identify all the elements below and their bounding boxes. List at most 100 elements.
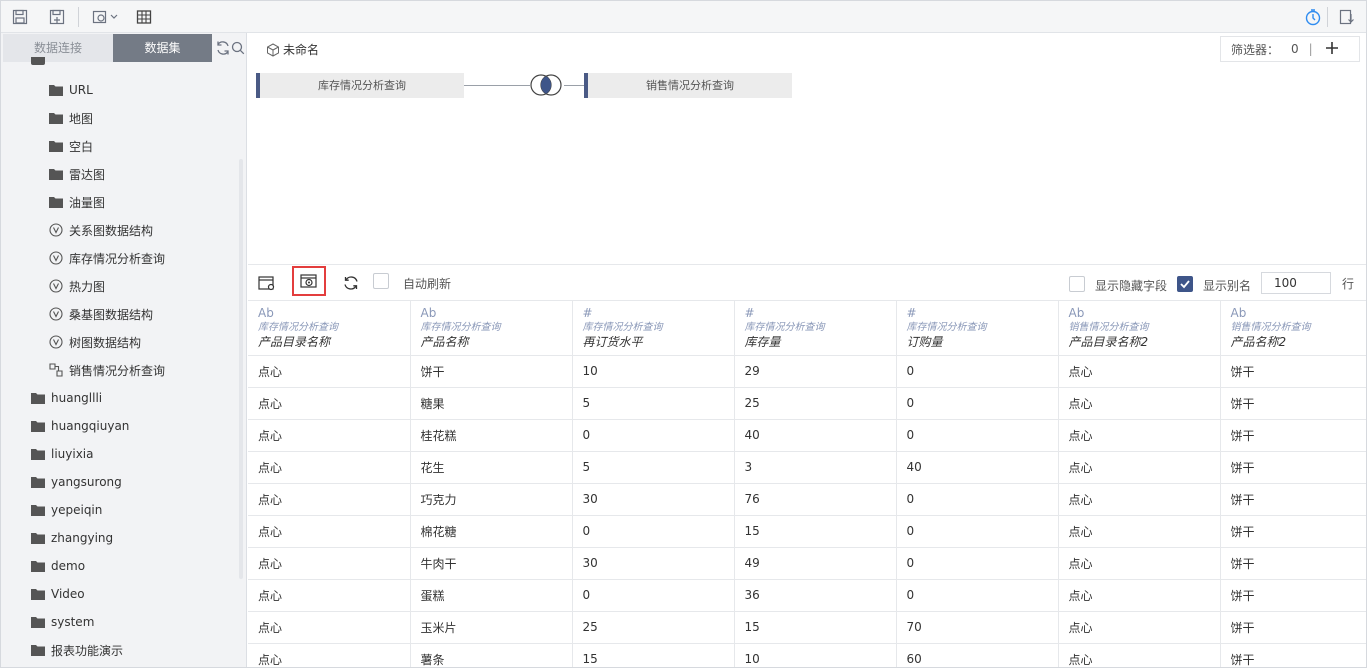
tree-item-label: 报表功能演示: [51, 643, 124, 658]
column-header[interactable]: Ab 销售情况分析查询 产品名称2: [1220, 301, 1366, 356]
toolbar-divider: [78, 7, 79, 27]
tree-item-label: 油量图: [69, 195, 106, 210]
column-type-icon: Ab: [420, 306, 437, 320]
table-cell: 饼干: [1220, 355, 1366, 388]
dataset-title[interactable]: 未命名: [266, 41, 319, 58]
auto-refresh-checkbox[interactable]: [373, 273, 389, 289]
show-alias-checkbox[interactable]: [1177, 276, 1193, 292]
tree-item[interactable]: huangllli: [31, 384, 102, 412]
tree-item[interactable]: 雷达图: [49, 160, 105, 188]
table-row: 点心 蛋糕 0 36 0 点心 饼干: [248, 579, 1366, 612]
folder-icon: [49, 111, 63, 125]
table-cell: 棉花糖: [410, 515, 573, 548]
tree-item[interactable]: 库存情况分析查询: [49, 244, 165, 272]
column-type-icon: #: [744, 306, 755, 320]
table-cell: 点心: [1058, 419, 1221, 452]
tree-item[interactable]: yangsurong: [31, 468, 122, 496]
filter-label: 筛选器：: [1231, 42, 1280, 57]
column-header[interactable]: # 库存情况分析查询 再订货水平: [572, 301, 735, 356]
tree-item[interactable]: zhangying: [31, 524, 113, 552]
tree-item[interactable]: huangqiuyan: [31, 412, 129, 440]
query-icon: [49, 279, 63, 293]
join-canvas: 未命名 筛选器： 0 | 库存情况分析查询 销售情况分析查询: [248, 33, 1366, 265]
tree-item[interactable]: 油量图: [49, 188, 105, 216]
table-row: 点心 花生 5 3 40 点心 饼干: [248, 451, 1366, 484]
tree-item[interactable]: yepeiqin: [31, 496, 102, 524]
auto-refresh-label: 自动刷新: [403, 277, 452, 291]
tree-item[interactable]: 桑基图数据结构: [49, 300, 153, 328]
row-count-input[interactable]: 100: [1261, 272, 1331, 294]
export-icon[interactable]: [1336, 7, 1358, 27]
tree-item-label: 树图数据结构: [69, 335, 142, 350]
right-table-node[interactable]: 销售情况分析查询: [584, 73, 792, 98]
tree-item[interactable]: 销售情况分析查询: [49, 356, 165, 384]
table-cell: 10: [734, 643, 897, 667]
column-name: 产品目录名称2: [1068, 335, 1149, 349]
column-header[interactable]: Ab 库存情况分析查询 产品目录名称: [248, 301, 411, 356]
table-cell: 薯条: [410, 643, 573, 667]
table-cell: 牛肉干: [410, 547, 573, 580]
tree-item[interactable]: 报表功能演示: [31, 636, 123, 664]
table-cell: 糖果: [410, 387, 573, 420]
folder-icon: [31, 531, 45, 545]
tree-item[interactable]: 地图: [49, 104, 93, 132]
table-cell: 15: [572, 643, 735, 667]
left-table-node[interactable]: 库存情况分析查询: [256, 73, 464, 98]
tree-item[interactable]: 树图数据结构: [49, 328, 141, 356]
inner-join-icon[interactable]: [528, 73, 564, 97]
tree-item[interactable]: liuyixia: [31, 440, 94, 468]
cube-icon: [266, 42, 280, 57]
save-icon[interactable]: [9, 7, 31, 27]
table-cell: 0: [896, 419, 1059, 452]
column-type-icon: #: [906, 306, 917, 320]
column-name: 订购量: [906, 335, 943, 349]
column-type-icon: Ab: [258, 306, 274, 320]
show-alias-label: 显示别名: [1203, 279, 1252, 293]
tree-item-label: 桑基图数据结构: [69, 307, 154, 322]
tree-item[interactable]: system: [31, 608, 94, 636]
dataset-dropdown-icon[interactable]: [91, 7, 121, 27]
column-source: 库存情况分析查询: [582, 322, 663, 333]
tab-data-connection[interactable]: 数据连接: [3, 34, 113, 62]
table-cell: 饼干: [1220, 387, 1366, 420]
table-cell: 点心: [248, 643, 411, 667]
refresh-data-icon[interactable]: [340, 272, 362, 294]
tree-item[interactable]: 关系图数据结构: [49, 216, 153, 244]
table-cell: 0: [572, 419, 735, 452]
table-cell: 点心: [1058, 483, 1221, 516]
table-icon[interactable]: [133, 7, 155, 27]
timer-icon[interactable]: [1302, 7, 1324, 27]
folder-icon: [31, 503, 45, 517]
table-cell: 点心: [1058, 579, 1221, 612]
tab-dataset[interactable]: 数据集: [113, 34, 212, 62]
add-filter-icon[interactable]: [1325, 41, 1339, 58]
tree-item-label: demo: [51, 559, 86, 573]
save-as-icon[interactable]: [46, 7, 68, 27]
tree-item-label: 地图: [69, 111, 94, 126]
filter-box[interactable]: 筛选器： 0 |: [1220, 36, 1360, 62]
table-cell: 点心: [1058, 547, 1221, 580]
table-cell: 点心: [1058, 451, 1221, 484]
sidebar-scrollbar[interactable]: [239, 159, 243, 579]
table-row: 点心 糖果 5 25 0 点心 饼干: [248, 387, 1366, 420]
table-cell: 点心: [1058, 515, 1221, 548]
column-header[interactable]: Ab 库存情况分析查询 产品名称: [410, 301, 573, 356]
settings-window-icon[interactable]: [256, 272, 278, 294]
column-header[interactable]: Ab 销售情况分析查询 产品目录名称2: [1058, 301, 1221, 356]
table-cell: 0: [896, 515, 1059, 548]
tree-item[interactable]: 空白: [49, 132, 93, 160]
search-icon[interactable]: [231, 39, 246, 57]
tree-item[interactable]: URL: [49, 76, 93, 104]
table-cell: 点心: [248, 579, 411, 612]
tree-item[interactable]: Video: [31, 580, 85, 608]
preview-data-button[interactable]: [292, 266, 326, 296]
table-cell: 0: [896, 547, 1059, 580]
filter-count: 0: [1291, 42, 1299, 56]
tree-item[interactable]: 热力图: [49, 272, 105, 300]
column-header[interactable]: # 库存情况分析查询 库存量: [734, 301, 897, 356]
column-header[interactable]: # 库存情况分析查询 订购量: [896, 301, 1059, 356]
show-hidden-checkbox[interactable]: [1069, 276, 1085, 292]
app-window: 数据连接 数据集 URL 地图 空白 雷达图 油量图 关系图数据结构 库存情况分析查询 热力图…: [0, 0, 1367, 668]
tree-item[interactable]: demo: [31, 552, 85, 580]
table-cell: 5: [572, 451, 735, 484]
